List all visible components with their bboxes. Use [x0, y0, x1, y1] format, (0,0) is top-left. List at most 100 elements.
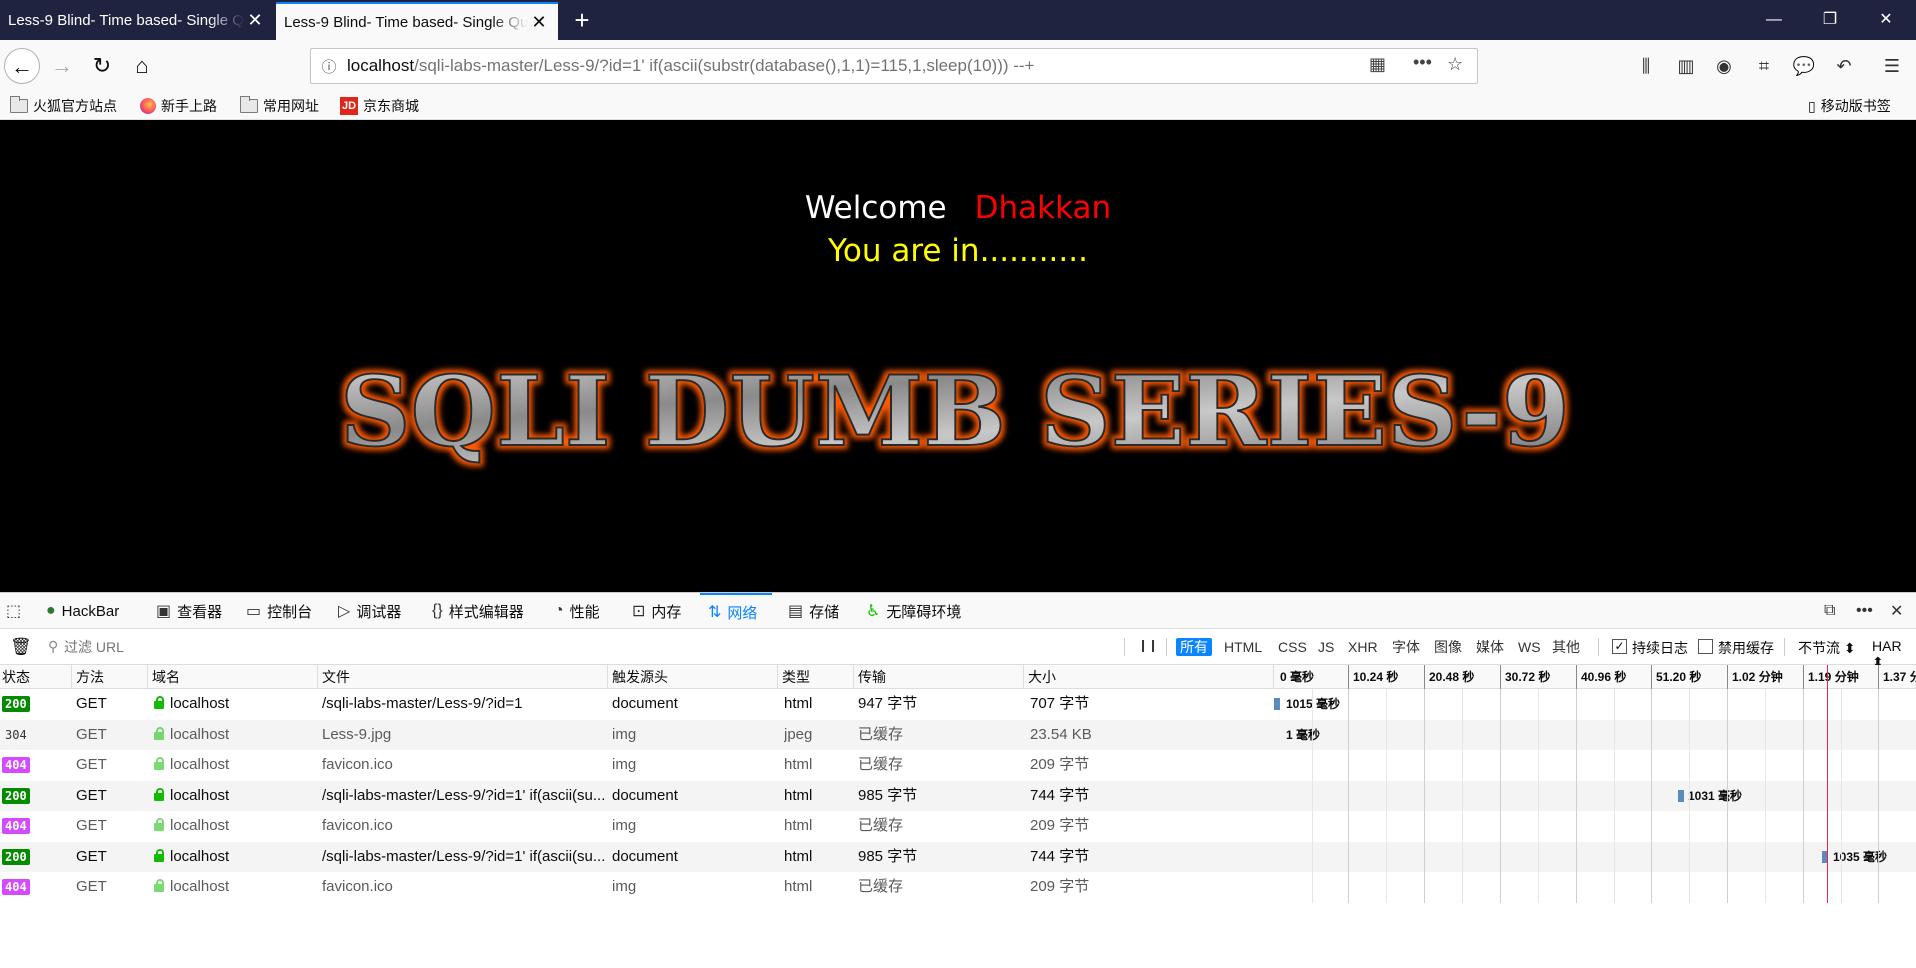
cause-cell: img — [612, 756, 637, 773]
col-cause[interactable]: 触发源头 — [610, 665, 778, 689]
tab-accessibility[interactable]: ♿ 无障碍环境 — [866, 593, 961, 629]
filter-html[interactable]: HTML — [1220, 638, 1266, 656]
restore-icon[interactable]: ❐ — [1802, 0, 1858, 40]
filter-media[interactable]: 媒体 — [1472, 638, 1508, 656]
more-options-icon[interactable]: ••• — [1856, 593, 1873, 629]
new-tab-icon[interactable]: + — [566, 4, 598, 36]
col-transferred[interactable]: 传输 — [856, 665, 1024, 689]
lock-icon — [154, 757, 164, 770]
persist-log-checkbox[interactable]: ✓ — [1612, 639, 1627, 654]
mobile-bookmarks[interactable]: ▯ 移动版书签 — [1808, 96, 1891, 116]
dock-icon[interactable]: ⧉ — [1824, 593, 1835, 629]
banner-text: SQLI DUMB SERIES-9 — [340, 355, 1570, 468]
file-cell: favicon.ico — [322, 756, 393, 773]
col-method[interactable]: 方法 — [74, 665, 148, 689]
status-badge: 404 — [2, 757, 30, 773]
minimize-icon[interactable]: — — [1746, 0, 1802, 40]
sidebar-icon[interactable]: ▥ — [1672, 52, 1700, 80]
accessibility-icon: ♿ — [866, 603, 881, 620]
lock-icon — [154, 696, 164, 709]
chat-icon[interactable]: 💬 — [1790, 52, 1818, 80]
close-devtools-icon[interactable]: ✕ — [1890, 593, 1903, 629]
request-row[interactable]: 200 GET localhost/sqli-labs-master/Less-9/… — [0, 689, 1916, 719]
filter-icon: ⚲ — [48, 638, 59, 654]
tab-network[interactable]: ⇅ 网络 — [700, 593, 772, 629]
bookmark-item[interactable]: 火狐官方站点 — [10, 96, 117, 116]
tab-style-editor[interactable]: {} 样式编辑器 — [432, 593, 524, 629]
close-tab-icon[interactable]: ✕ — [528, 12, 550, 33]
throttle-select[interactable]: 不节流 ⬍ — [1798, 638, 1856, 658]
library-icon[interactable]: ⫼ — [1632, 52, 1660, 80]
filter-js[interactable]: JS — [1314, 638, 1338, 656]
close-tab-icon[interactable]: ✕ — [244, 10, 266, 31]
menu-icon[interactable]: ☰ — [1878, 52, 1906, 80]
url-bar[interactable]: ⓘ localhost/sqli-labs-master/Less-9/?id=… — [310, 48, 1478, 84]
request-row[interactable]: 404 GET localhost favicon.ico img html 已缓存 209 … — [0, 750, 1916, 780]
reload-icon[interactable]: ↻ — [84, 48, 120, 84]
pause-icon[interactable]: ❙❙ — [1138, 638, 1158, 652]
home-icon[interactable]: ⌂ — [124, 48, 160, 84]
tab-performance[interactable]: ◔ 性能 — [554, 593, 600, 629]
col-size[interactable]: 大小 — [1026, 665, 1274, 689]
cause-cell: document — [612, 786, 678, 804]
back-arrow-icon[interactable]: ← — [4, 48, 40, 84]
col-type[interactable]: 类型 — [780, 665, 854, 689]
timeline-tick: 1.37 分 — [1878, 665, 1916, 689]
filter-xhr[interactable]: XHR — [1344, 638, 1382, 656]
filter-ws[interactable]: WS — [1514, 638, 1545, 656]
request-row[interactable]: 404 GET localhost favicon.ico img html 已缓存 209 … — [0, 811, 1916, 841]
request-row[interactable]: 304 GET localhost Less-9.jpg img jpeg 已缓存 23.54… — [0, 719, 1916, 750]
size-cell: 209 字节 — [1030, 878, 1090, 895]
col-status[interactable]: 状态 — [0, 665, 72, 689]
undo-icon[interactable]: ↶ — [1830, 52, 1858, 80]
file-cell: /sqli-labs-master/Less-9/?id=1 — [322, 695, 523, 712]
filter-fonts[interactable]: 字体 — [1388, 638, 1424, 656]
trash-icon[interactable]: 🗑 — [10, 637, 32, 657]
bookmark-item[interactable]: 常用网址 — [240, 96, 319, 116]
filter-css[interactable]: CSS — [1274, 638, 1311, 656]
forward-arrow-icon[interactable]: → — [44, 48, 80, 84]
request-row[interactable]: 404 GET localhost favicon.ico img html 已缓存 209 … — [0, 872, 1916, 902]
transferred-cell: 947 字节 — [858, 695, 918, 712]
bookmark-item[interactable]: JD 京东商城 — [340, 96, 419, 116]
screenshot-icon[interactable]: ⌗ — [1750, 52, 1778, 80]
site-info-icon[interactable]: ⓘ — [311, 56, 347, 77]
request-row[interactable]: 200 GET localhost/sqli-labs-master/Less-9/… — [0, 841, 1916, 872]
close-window-icon[interactable]: ✕ — [1858, 0, 1914, 40]
request-row[interactable]: 200 GET localhost/sqli-labs-master/Less-9/… — [0, 780, 1916, 811]
bookmark-star-icon[interactable]: ☆ — [1447, 54, 1463, 75]
filter-images[interactable]: 图像 — [1430, 638, 1466, 656]
filter-all[interactable]: 所有 — [1176, 638, 1212, 656]
filter-other[interactable]: 其他 — [1548, 638, 1584, 656]
braces-icon: {} — [432, 602, 443, 619]
col-file[interactable]: 文件 — [320, 665, 608, 689]
jd-icon: JD — [340, 97, 358, 115]
tab-console[interactable]: ▭ 控制台 — [246, 593, 312, 629]
tab-inspector[interactable]: ▣ 查看器 — [156, 593, 222, 629]
tab-debugger[interactable]: ▷ 调试器 — [338, 593, 401, 629]
cause-cell: img — [612, 878, 637, 895]
bookmark-item[interactable]: 新手上路 — [140, 96, 217, 116]
type-cell: html — [784, 756, 813, 773]
page-actions-icon[interactable]: ••• — [1413, 52, 1432, 73]
element-picker-icon[interactable]: ⬚ — [6, 593, 21, 629]
qrcode-icon[interactable]: ▦ — [1369, 54, 1386, 75]
tab-title: Less-9 Blind- Time based- Single Quotes-… — [284, 13, 528, 31]
tab-memory[interactable]: ⊡ 内存 — [632, 593, 681, 629]
timeline-tick: 40.96 秒 — [1576, 665, 1626, 689]
col-domain[interactable]: 域名 — [150, 665, 318, 689]
type-cell: html — [784, 695, 813, 712]
tab-storage[interactable]: ▤ 存储 — [788, 593, 839, 629]
file-cell: Less-9.jpg — [322, 725, 392, 743]
filter-url-input[interactable] — [64, 636, 464, 658]
lock-icon — [154, 787, 164, 801]
tab-active[interactable]: Less-9 Blind- Time based- Single Quotes-… — [276, 2, 558, 40]
method-cell: GET — [76, 878, 107, 895]
disable-cache-checkbox[interactable] — [1698, 639, 1713, 654]
tab-hackbar[interactable]: ● HackBar — [46, 593, 119, 629]
file-cell: favicon.ico — [322, 817, 393, 834]
method-cell: GET — [76, 756, 107, 773]
account-icon[interactable]: ◉ — [1710, 52, 1738, 80]
tab-inactive[interactable]: Less-9 Blind- Time based- Single Quotes-… — [0, 0, 274, 40]
method-cell: GET — [76, 786, 107, 804]
